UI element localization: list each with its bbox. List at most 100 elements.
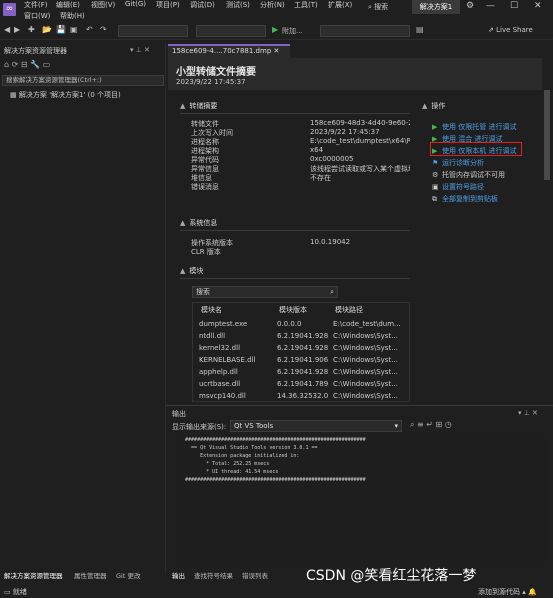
- tab-property-manager[interactable]: 属性管理器: [74, 570, 107, 580]
- filter-icon[interactable]: ⊞: [436, 420, 443, 429]
- find-icon[interactable]: ⌕: [410, 420, 414, 429]
- dump-header: 小型转储文件摘要 2023/9/22 17:45:37: [168, 58, 542, 90]
- wrench-icon[interactable]: 🔧: [30, 60, 40, 69]
- table-row[interactable]: msvcp140.dll 14.36.32532.0 C:\Windows\Syst…: [193, 391, 409, 401]
- menu-help[interactable]: 帮助(H): [60, 11, 85, 21]
- open-icon[interactable]: 📂: [42, 25, 52, 34]
- redo-icon[interactable]: ↷: [100, 25, 107, 34]
- menu-view[interactable]: 视图(V): [91, 0, 115, 10]
- action-label: 设置符号路径: [442, 183, 484, 191]
- dump-section-header[interactable]: ▲ 转储摘要: [180, 101, 217, 111]
- action-set-symbol-path[interactable]: ▣ 设置符号路径: [432, 182, 484, 192]
- collapse-chevron-icon: ▲: [422, 102, 428, 110]
- home-icon[interactable]: ⌂: [4, 60, 9, 69]
- menu-tools[interactable]: 工具(T): [294, 0, 318, 10]
- visual-studio-logo-icon[interactable]: ∞: [3, 3, 16, 16]
- save-all-icon[interactable]: ▣: [70, 25, 78, 34]
- system-section-header[interactable]: ▲ 系统信息: [180, 218, 217, 228]
- menu-edit[interactable]: 编辑(E): [56, 0, 80, 10]
- action-copy-all[interactable]: ⧉ 全部复制到剪贴板: [432, 194, 498, 204]
- sync-icon[interactable]: ⟳: [12, 60, 19, 69]
- search-icon[interactable]: ⌕: [330, 287, 334, 297]
- solution-name: 解决方案1: [412, 0, 460, 14]
- output-pane: 输出 ▾ ⊥ ✕ 显示输出来源(S): Qt VS Tools ▾ ⌕ ≡ ↵ ⊞…: [166, 405, 553, 569]
- save-icon[interactable]: 💾: [56, 25, 66, 34]
- menu-file[interactable]: 文件(F): [24, 0, 48, 10]
- tab-output[interactable]: 输出: [172, 570, 185, 580]
- table-row[interactable]: ucrtbase.dll 6.2.19041.789 C:\Windows\Syst…: [193, 379, 409, 391]
- menu-analyze[interactable]: 分析(N): [260, 0, 285, 10]
- pane-options-icon[interactable]: ▾ ⊥ ✕: [518, 409, 538, 417]
- table-row[interactable]: apphelp.dll 6.2.19041.928 C:\Windows\Syst.…: [193, 367, 409, 379]
- menu-git[interactable]: Git(G): [125, 0, 146, 8]
- play-icon: ▶: [432, 123, 438, 131]
- watermark: CSDN @笑看红尘花落一梦: [306, 568, 477, 584]
- table-row[interactable]: KERNELBASE.dll 6.2.19041.906 C:\Windows\Sy…: [193, 355, 409, 367]
- tab-git-changes[interactable]: Git 更改: [116, 570, 140, 580]
- clear-all-icon[interactable]: ≡: [417, 420, 424, 429]
- add-to-source-control[interactable]: 添加到源代码 ▴ 🔔: [478, 587, 537, 597]
- field-label: CLR 版本: [191, 248, 221, 256]
- pane-options-icon[interactable]: ▾ ⊥ ✕: [130, 46, 150, 54]
- platform-dropdown[interactable]: [196, 25, 266, 37]
- menu-project[interactable]: 项目(P): [156, 0, 180, 10]
- modules-section-header[interactable]: ▲ 模块: [180, 266, 203, 276]
- settings-icon[interactable]: ⚙: [466, 1, 474, 11]
- tab-close-icon[interactable]: ✕: [274, 47, 280, 55]
- column-header-path[interactable]: 模块路径: [335, 305, 363, 315]
- tree-root-item[interactable]: ▦ 解决方案 '解决方案1' (0 个项目): [10, 90, 121, 100]
- output-source-dropdown[interactable]: Qt VS Tools ▾: [230, 420, 402, 432]
- field-value: 0xc0000005: [310, 155, 354, 163]
- action-label: 托管内存调试不可用: [442, 171, 505, 179]
- modules-search-input[interactable]: 搜索 ⌕: [192, 286, 338, 298]
- config-dropdown[interactable]: [118, 25, 188, 37]
- scrollbar-thumb[interactable]: [544, 90, 550, 180]
- menu-debug[interactable]: 调试(D): [190, 0, 215, 10]
- title-bar: ∞ 文件(F) 编辑(E) 视图(V) Git(G) 项目(P) 调试(D) 测…: [0, 0, 553, 22]
- table-row[interactable]: dumptest.exe 0.0.0.0 E:\code_test\dum...: [193, 319, 409, 331]
- tab-error-list[interactable]: 错误列表: [242, 570, 268, 580]
- action-run-diagnostics[interactable]: ⚑ 运行诊断分析: [432, 158, 484, 168]
- close-icon[interactable]: ✕: [534, 1, 542, 11]
- layout-icon[interactable]: ▤: [416, 25, 424, 34]
- table-row[interactable]: kernel32.dll 6.2.19041.928 C:\Windows\Syst…: [193, 343, 409, 355]
- notification-icon[interactable]: 🔔: [528, 588, 537, 596]
- target-dropdown[interactable]: [320, 25, 410, 37]
- status-text: 就绪: [12, 588, 27, 596]
- live-share-button[interactable]: ⇗ Live Share: [488, 26, 533, 34]
- menu-window[interactable]: 窗口(W): [24, 11, 50, 21]
- tab-solution-explorer[interactable]: 解决方案资源管理器: [4, 570, 63, 580]
- tab-find-symbol[interactable]: 查找符号结果: [194, 570, 233, 580]
- module-version: 6.2.19041.906: [277, 356, 329, 364]
- back-icon[interactable]: ◀: [4, 25, 10, 34]
- solution-search-input[interactable]: 搜索解决方案资源管理器(Ctrl+;): [2, 75, 164, 86]
- table-row[interactable]: ntdll.dll 6.2.19041.928 C:\Windows\Syst...: [193, 331, 409, 343]
- module-path: C:\Windows\Syst...: [333, 332, 398, 340]
- action-debug-managed[interactable]: ▶ 使用 仅限托管 进行调试: [432, 122, 516, 132]
- undo-icon[interactable]: ↶: [86, 25, 93, 34]
- forward-icon[interactable]: ▶: [14, 25, 20, 34]
- search-box[interactable]: ⌕ 搜索: [368, 2, 388, 12]
- minimize-icon[interactable]: —: [486, 1, 495, 11]
- history-icon[interactable]: ◷: [445, 420, 452, 429]
- output-line: Extension package initialized in:: [176, 453, 300, 459]
- attach-play-icon[interactable]: ▶: [272, 25, 278, 34]
- word-wrap-icon[interactable]: ↵: [426, 420, 433, 429]
- search-label: 搜索: [374, 3, 389, 11]
- view-icon[interactable]: ▭: [43, 60, 51, 69]
- column-header-version[interactable]: 模块版本: [279, 305, 307, 315]
- actions-title: 操作: [431, 102, 446, 110]
- tab-dump-file[interactable]: 158ce609-4....70c7881.dmp ✕: [168, 44, 290, 58]
- memory-icon: ⚙: [432, 171, 439, 179]
- attach-button[interactable]: 附加...: [282, 26, 303, 36]
- maximize-icon[interactable]: ☐: [510, 1, 518, 11]
- menu-extensions[interactable]: 扩展(X): [328, 0, 352, 10]
- output-line: ########################################…: [176, 477, 366, 483]
- new-item-icon[interactable]: ✚: [28, 25, 35, 34]
- menu-test[interactable]: 测试(S): [226, 0, 250, 10]
- dump-date: 2023/9/22 17:45:37: [176, 78, 246, 86]
- output-text: ########################################…: [176, 436, 546, 564]
- collapse-icon[interactable]: ⊟: [21, 60, 28, 69]
- actions-header[interactable]: ▲ 操作: [422, 101, 445, 111]
- column-header-name[interactable]: 模块名: [201, 305, 222, 315]
